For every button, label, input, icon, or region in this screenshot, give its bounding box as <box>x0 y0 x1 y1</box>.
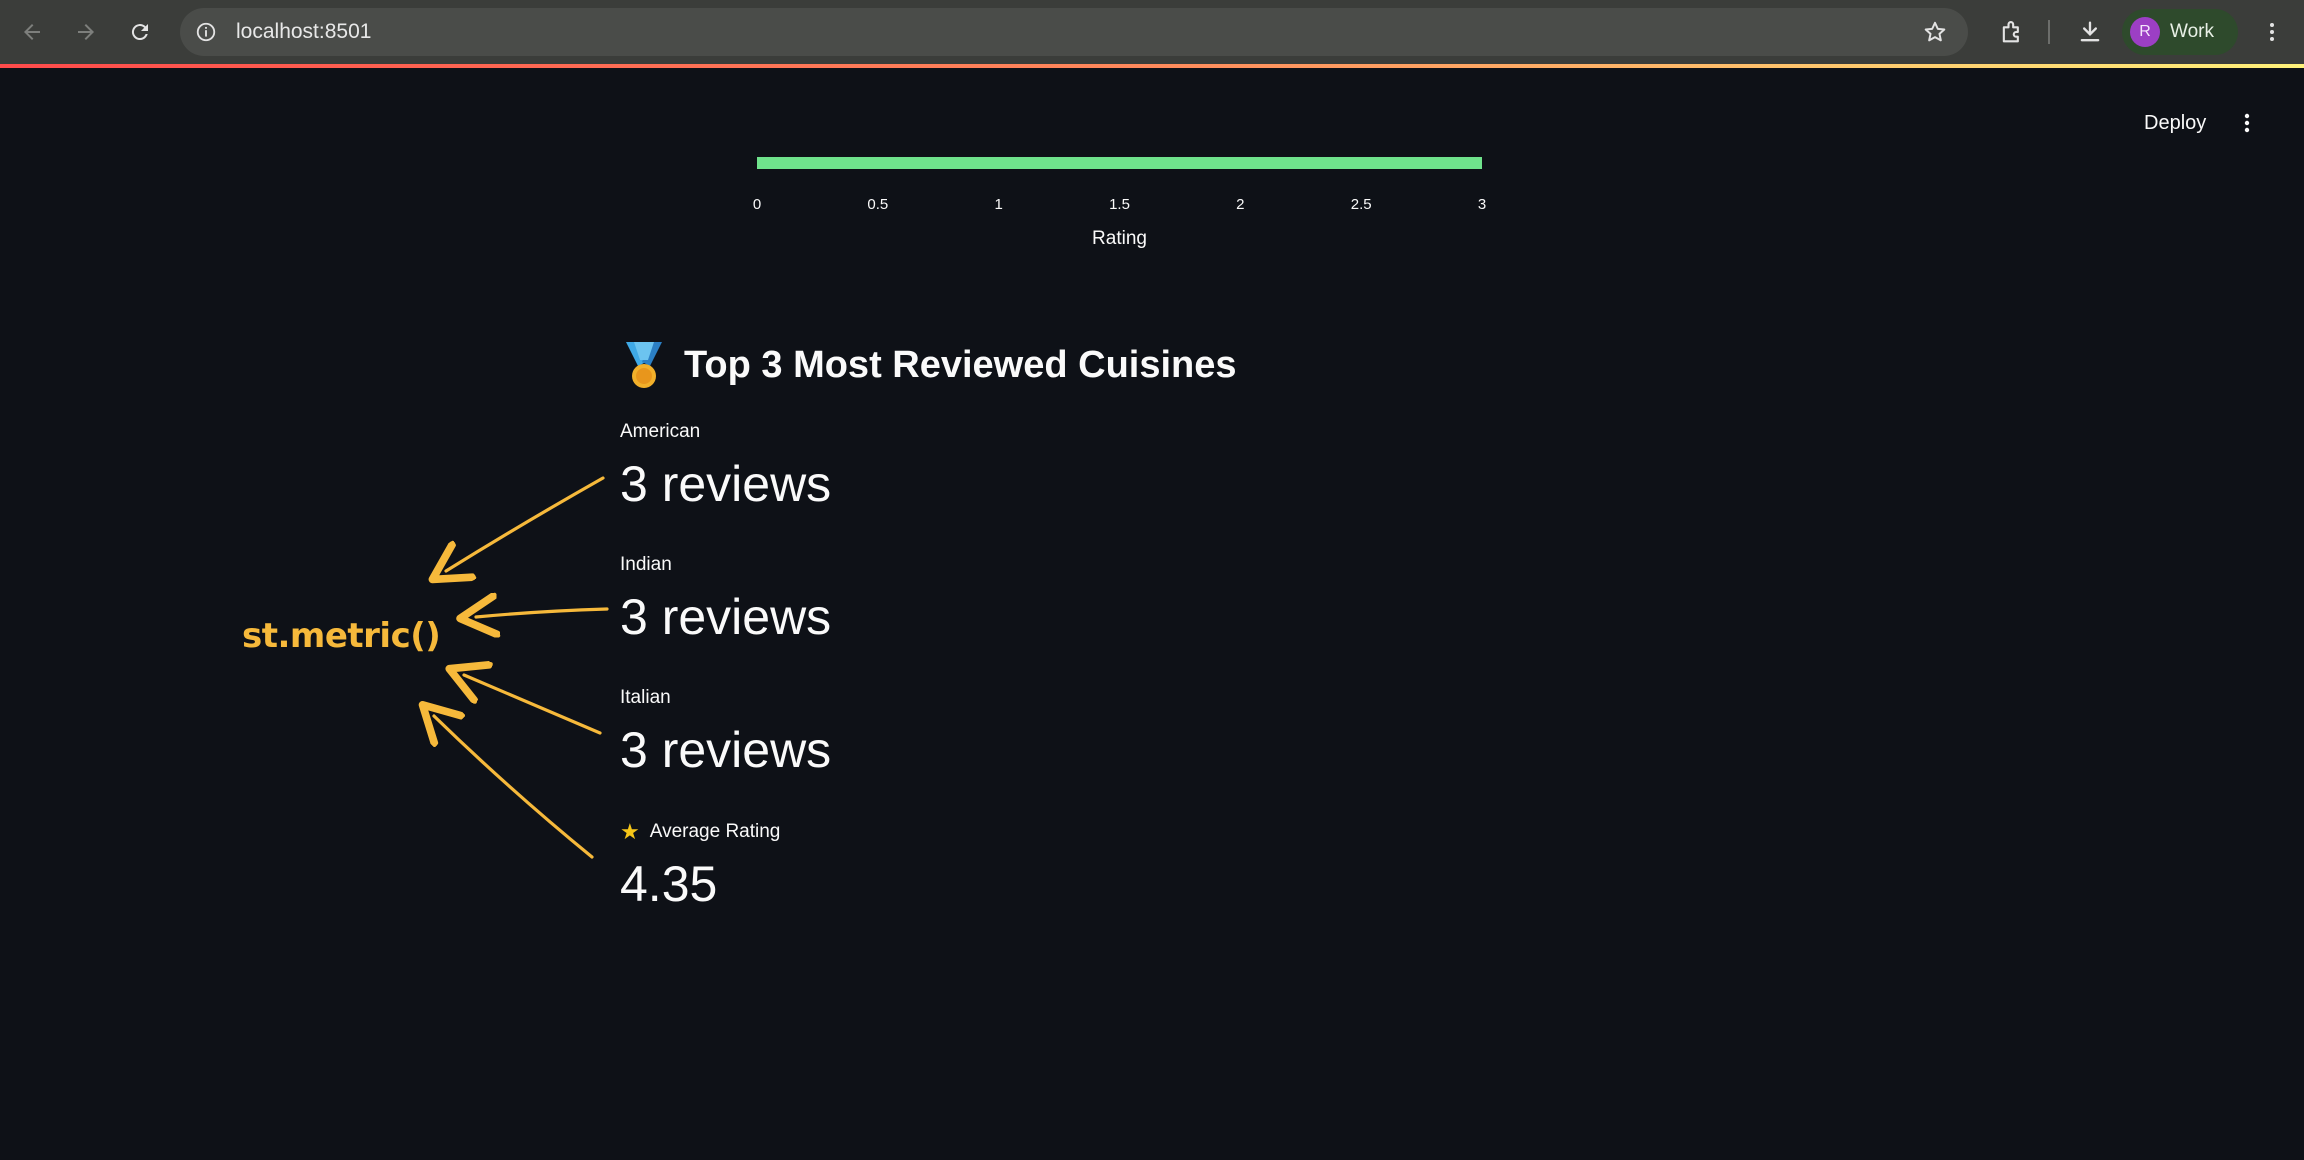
x-tick-label: 0 <box>753 196 761 213</box>
x-axis-label: Rating <box>1092 228 1147 249</box>
arrow-right-icon <box>78 24 94 40</box>
x-tick-label: 1.5 <box>1109 196 1130 213</box>
metric-label: Italian <box>620 687 671 708</box>
profile-button[interactable]: R Work <box>2122 9 2238 55</box>
metric-american: American 3 reviews <box>620 420 831 514</box>
back-button[interactable] <box>14 14 50 50</box>
url-text[interactable]: localhost:8501 <box>236 20 371 44</box>
star-icon: ★ <box>620 819 640 844</box>
streamlit-decoration-bar <box>0 64 2304 68</box>
app-menu-icon[interactable] <box>2230 106 2264 140</box>
annotation-arrow <box>434 716 594 859</box>
annotation-arrow <box>464 675 602 735</box>
annotation-label: st.metric() <box>242 616 441 656</box>
reload-button[interactable] <box>122 14 158 50</box>
metric-average-rating: ★ Average Rating 4.35 <box>620 820 780 914</box>
section-title: Top 3 Most Reviewed Cuisines <box>620 338 1237 392</box>
medal-icon <box>626 342 662 388</box>
arrow-left-icon <box>24 24 40 40</box>
download-icon[interactable] <box>2074 16 2106 48</box>
x-tick-label: 2.5 <box>1351 196 1372 213</box>
annotation-arrow <box>446 476 605 571</box>
forward-button[interactable] <box>68 14 104 50</box>
rating-bar-chart: 0 0.5 1 1.5 2 2.5 3 Rating <box>753 157 1486 249</box>
avatar: R <box>2130 17 2160 47</box>
browser-menu-icon[interactable] <box>2256 16 2288 48</box>
x-tick-label: 0.5 <box>867 196 888 213</box>
profile-name: Work <box>2170 21 2214 42</box>
rating-bar <box>757 157 1482 169</box>
browser-toolbar: localhost:8501 R Work <box>0 0 2304 64</box>
extensions-icon[interactable] <box>1996 16 2028 48</box>
x-tick-label: 1 <box>994 196 1002 213</box>
metric-value: 3 reviews <box>620 722 832 778</box>
metric-italian: Italian 3 reviews <box>620 686 831 780</box>
x-tick-label: 2 <box>1236 196 1244 213</box>
metric-value: 3 reviews <box>620 589 832 645</box>
metric-label: American <box>620 421 701 442</box>
metric-label: Average Rating <box>649 821 781 842</box>
metric-label-row: ★ Average Rating <box>620 820 780 844</box>
section-title-text: Top 3 Most Reviewed Cuisines <box>684 343 1237 386</box>
address-bar[interactable]: localhost:8501 <box>180 8 1968 56</box>
annotation-arrow <box>476 609 609 617</box>
deploy-button[interactable]: Deploy <box>2128 106 2222 140</box>
metric-indian: Indian 3 reviews <box>620 553 831 647</box>
reload-icon <box>131 24 148 41</box>
bookmark-star-icon[interactable] <box>1922 19 1948 45</box>
x-tick-label: 3 <box>1478 196 1486 213</box>
metric-label: Indian <box>620 554 672 575</box>
metric-value: 4.35 <box>620 856 718 912</box>
toolbar-divider <box>2048 20 2050 44</box>
metric-value: 3 reviews <box>620 456 832 512</box>
info-icon[interactable] <box>194 20 218 44</box>
